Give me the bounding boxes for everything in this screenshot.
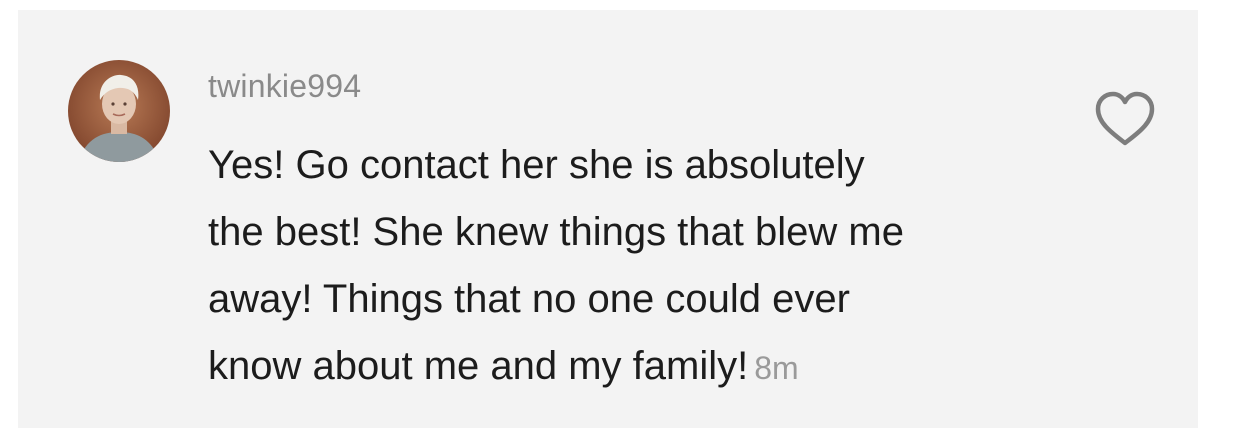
comment-timestamp: 8m [754,350,799,386]
avatar-image [68,60,170,162]
comment-username[interactable]: twinkie994 [208,68,361,105]
like-button[interactable] [1092,90,1158,148]
comment-card: twinkie994 Yes! Go contact her she is ab… [18,10,1198,428]
comment-text-line: away! Things that no one could ever [208,277,850,321]
avatar[interactable] [68,60,170,162]
comment-text-line: Yes! Go contact her she is absolutely [208,143,865,187]
heart-outline-icon [1095,91,1155,146]
comment-text-line: know about me and my family! 8m [208,333,1088,402]
comment-text-line: the best! She knew things that blew me [208,210,904,254]
comment-text: Yes! Go contact her she is absolutely th… [208,132,1088,402]
comment-text-last: know about me and my family! [208,344,749,388]
